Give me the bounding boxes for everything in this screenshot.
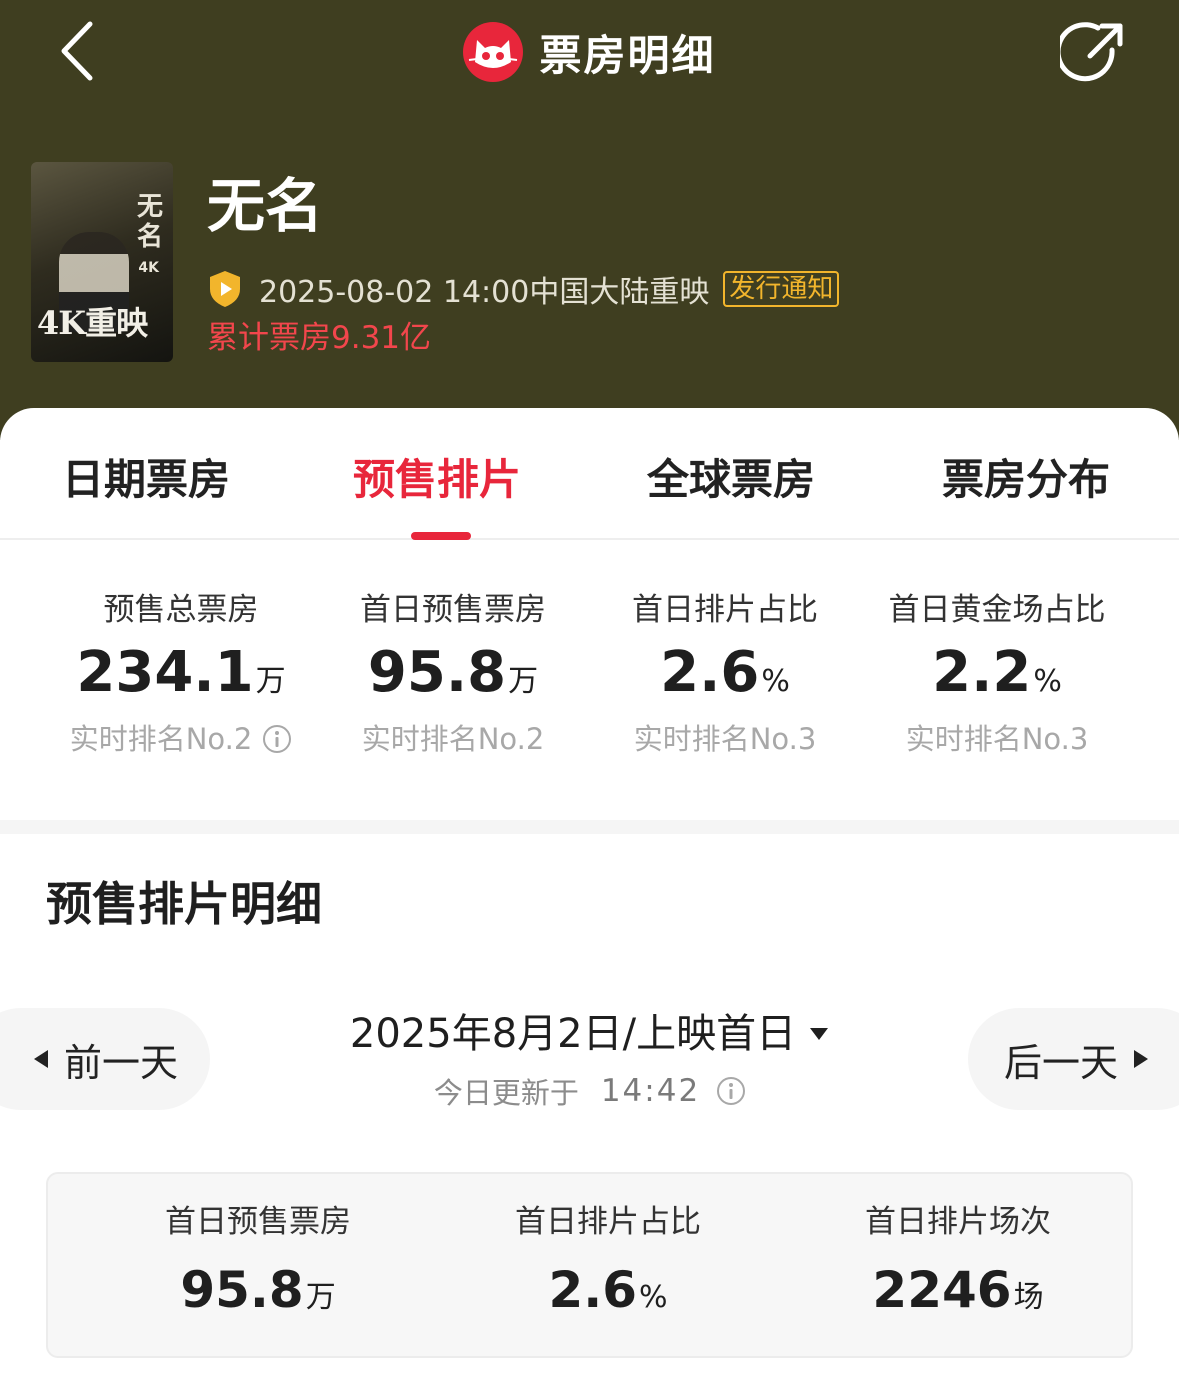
- stat-value: 234.1万: [76, 640, 286, 705]
- movie-poster[interactable]: 无名 4K 4K重映: [31, 162, 173, 362]
- date-label: 2025年8月2日/上映首日: [349, 1011, 797, 1057]
- tab-global-box-office[interactable]: 全球票房: [647, 446, 815, 507]
- poster-4k-badge: 4K: [138, 260, 159, 276]
- stat-value: 2.6%: [660, 640, 790, 705]
- stat-rank: 实时排名No.3: [633, 722, 817, 756]
- stat-label: 首日黄金场占比: [888, 592, 1106, 628]
- next-day-label: 后一天: [1004, 1040, 1119, 1085]
- triangle-left-icon: [33, 1050, 48, 1068]
- page-title: 票房明细: [539, 30, 716, 80]
- stat-presale-total: 预售总票房 234.1万 实时排名No.2: [50, 590, 312, 759]
- summary-label: 首日排片场次: [865, 1204, 1051, 1240]
- stat-value: 2.2%: [932, 640, 1062, 705]
- stat-first-day-presale: 首日预售票房 95.8万 实时排名No.2: [322, 590, 584, 759]
- update-label: 今日更新于: [433, 1076, 579, 1110]
- triangle-right-icon: [1134, 1050, 1149, 1068]
- tab-presale-schedule[interactable]: 预售排片: [353, 446, 521, 507]
- summary-first-day-presale: 首日预售票房 95.8万: [108, 1202, 408, 1326]
- poster-title: 无名: [137, 192, 164, 252]
- info-icon[interactable]: [262, 724, 292, 754]
- share-icon: [1055, 22, 1123, 82]
- summary-value: 2246场: [872, 1261, 1044, 1319]
- section-title: 预售排片明细: [46, 877, 322, 931]
- summary-value: 95.8万: [180, 1261, 336, 1319]
- update-time: 14:42: [600, 1073, 701, 1109]
- stat-label: 预售总票房: [103, 592, 259, 628]
- stat-rank: 实时排名No.2: [361, 722, 545, 756]
- date-selector-area: 2025年8月2日/上映首日 今日更新于 14:42: [300, 1006, 880, 1112]
- tab-date-box-office[interactable]: 日期票房: [62, 446, 230, 507]
- prev-day-label: 前一天: [63, 1040, 178, 1085]
- next-day-button[interactable]: 后一天: [968, 1008, 1179, 1110]
- release-notice-badge[interactable]: 发行通知: [723, 271, 840, 307]
- presale-stats: 预售总票房 234.1万 实时排名No.2 首日预售票房 95.8万 实时排名N…: [0, 590, 1179, 770]
- release-row: 2025-08-02 14:00中国大陆重映 发行通知: [207, 268, 840, 310]
- summary-label: 首日预售票房: [165, 1204, 351, 1240]
- prev-day-button[interactable]: 前一天: [0, 1008, 210, 1110]
- section-divider: [0, 820, 1179, 834]
- release-info: 2025-08-02 14:00中国大陆重映: [259, 275, 710, 310]
- tab-bar: 日期票房 预售排片 全球票房 票房分布: [0, 408, 1179, 540]
- summary-first-day-schedule-share: 首日排片占比 2.6%: [458, 1202, 758, 1326]
- stat-first-day-prime-share: 首日黄金场占比 2.2% 实时排名No.3: [866, 590, 1128, 759]
- stat-value: 95.8万: [367, 640, 539, 705]
- stat-rank: 实时排名No.3: [905, 722, 1089, 756]
- cat-logo-icon: [463, 22, 524, 82]
- date-selector[interactable]: 2025年8月2日/上映首日: [350, 1006, 830, 1062]
- summary-value: 2.6%: [548, 1261, 668, 1319]
- stat-label: 首日预售票房: [360, 592, 546, 628]
- summary-label: 首日排片占比: [515, 1204, 701, 1240]
- tab-box-office-distribution[interactable]: 票房分布: [942, 446, 1110, 507]
- stat-label: 首日排片占比: [632, 592, 818, 628]
- poster-rerelease-tag: 4K重映: [37, 304, 148, 342]
- caret-down-icon: [810, 1028, 829, 1040]
- share-button[interactable]: [1055, 20, 1130, 86]
- total-box-office: 累计票房9.31亿: [207, 320, 432, 356]
- stat-rank: 实时排名No.2: [50, 719, 312, 759]
- top-header: 票房明细 无名 4K 4K重映 无名 2025-08-02 14:00中国大陆重…: [0, 0, 1179, 440]
- update-row: 今日更新于 14:42: [300, 1070, 880, 1112]
- first-day-summary: 首日预售票房 95.8万 首日排片占比 2.6% 首日排片场次 2246场: [46, 1172, 1133, 1358]
- stat-first-day-schedule-share: 首日排片占比 2.6% 实时排名No.3: [594, 590, 856, 759]
- info-icon[interactable]: [716, 1076, 746, 1106]
- shield-icon: [210, 271, 240, 307]
- movie-title: 无名: [207, 172, 324, 240]
- summary-first-day-showings: 首日排片场次 2246场: [808, 1202, 1108, 1326]
- content-card: 日期票房 预售排片 全球票房 票房分布 预售总票房 234.1万 实时排名No.…: [0, 408, 1179, 1390]
- title-bar: 票房明细: [0, 22, 1179, 82]
- active-tab-indicator: [411, 532, 471, 540]
